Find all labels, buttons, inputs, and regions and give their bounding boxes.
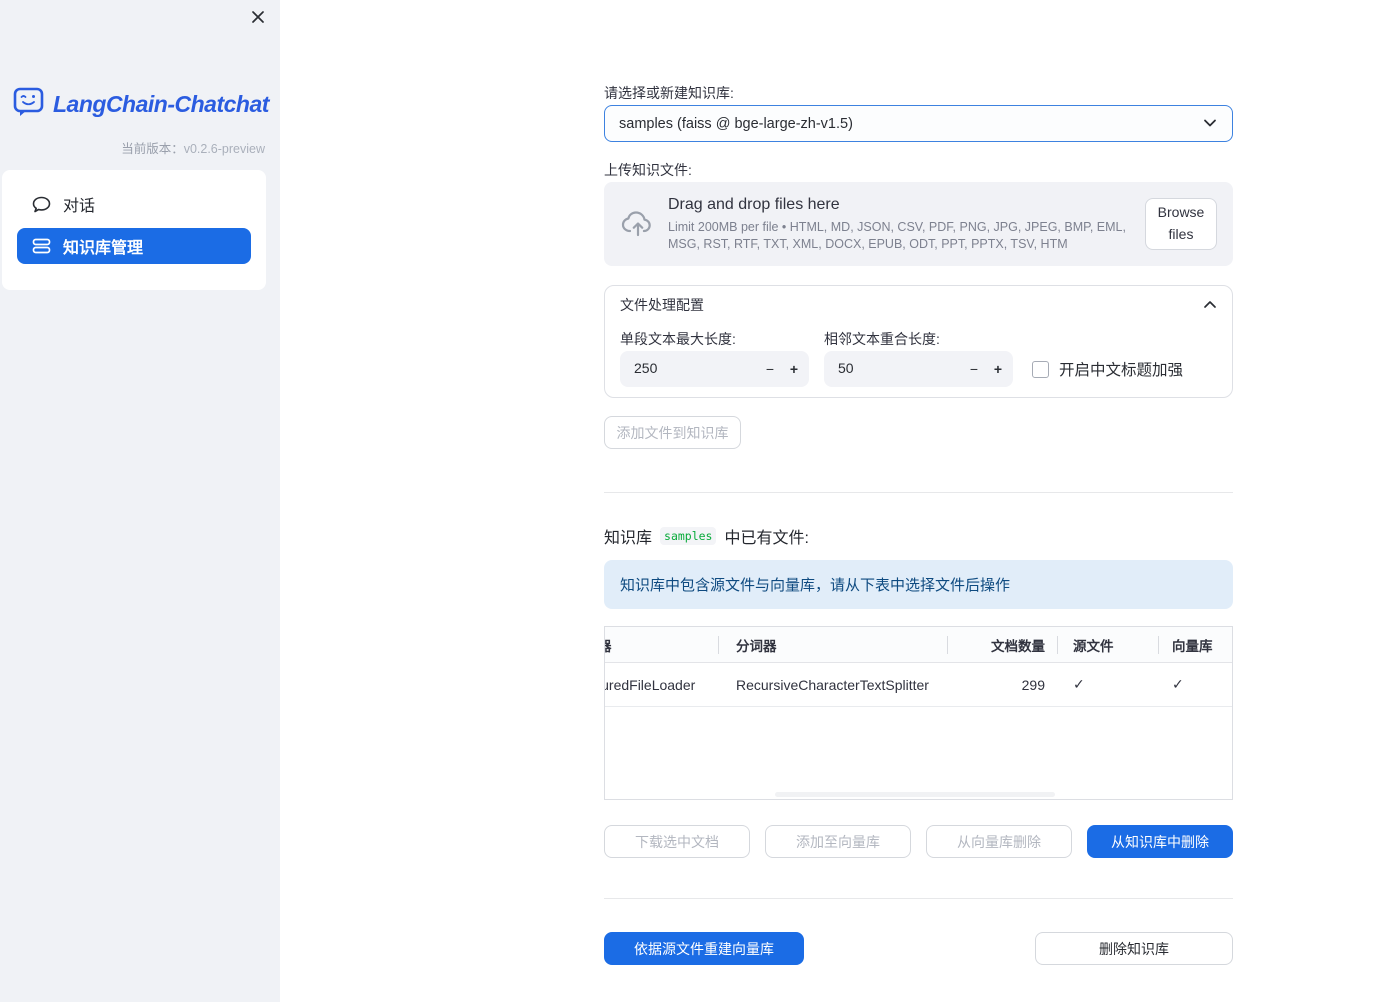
expander-header[interactable]: 文件处理配置 [605, 286, 1232, 324]
delete-kb-button[interactable]: 删除知识库 [1035, 932, 1233, 965]
checkbox-label: 开启中文标题加强 [1059, 362, 1184, 379]
database-list-icon [32, 238, 51, 254]
cloud-upload-icon [620, 207, 660, 241]
sidebar-item-label: 对话 [63, 198, 96, 215]
app-title: LangChain-Chatchat [53, 90, 269, 117]
table-action-buttons: 下载选中文档 添加至向量库 从向量库删除 从知识库中删除 [604, 825, 1233, 858]
app-logo: LangChain-Chatchat [12, 86, 269, 122]
divider [604, 492, 1233, 493]
zh-title-enhance-checkbox[interactable]: 开启中文标题加强 [1032, 358, 1183, 380]
table-horizontal-scrollbar[interactable] [775, 792, 1055, 797]
rebuild-vector-store-button[interactable]: 依据源文件重建向量库 [604, 932, 804, 965]
expander-title: 文件处理配置 [620, 297, 704, 313]
kb-select[interactable]: samples (faiss @ bge-large-zh-v1.5) [604, 105, 1233, 142]
sidebar-menu: 对话 知识库管理 [2, 170, 266, 290]
column-header-source-file[interactable]: 源文件 [1057, 627, 1158, 662]
browse-files-button[interactable]: Browse files [1145, 198, 1217, 250]
uploader-limit-text: Limit 200MB per file • HTML, MD, JSON, C… [668, 219, 1126, 251]
file-config-expander: 文件处理配置 单段文本最大长度: 相邻文本重合长度: 250 − + 50 − … [604, 285, 1233, 398]
kb-files-prefix: 知识库 [604, 530, 653, 547]
chevron-up-icon [1203, 296, 1217, 314]
max-length-input[interactable]: 250 − + [620, 351, 809, 387]
overlap-length-label: 相邻文本重合长度: [824, 331, 940, 347]
sidebar-item-knowledge-base[interactable]: 知识库管理 [17, 228, 251, 264]
table-header-row: 文档加载器 分词器 文档数量 源文件 向量库 [605, 627, 1232, 663]
cell-doc-count: 299 [1021, 676, 1045, 693]
uploader-label: 上传知识文件: [604, 162, 692, 178]
kb-select-value: samples (faiss @ bge-large-zh-v1.5) [619, 115, 853, 132]
kb-files-suffix: 中已有文件: [724, 530, 809, 547]
column-header-doc-count[interactable]: 文档数量 [947, 627, 1057, 662]
kb-files-table: 文档加载器 分词器 文档数量 源文件 向量库 UnstructuredFileL… [604, 626, 1233, 800]
delete-from-vector-store-button[interactable]: 从向量库删除 [926, 825, 1072, 858]
add-files-to-kb-button[interactable]: 添加文件到知识库 [604, 416, 741, 449]
uploader-instructions: Drag and drop files here Limit 200MB per… [660, 196, 1145, 253]
decrement-button[interactable]: − [759, 351, 781, 387]
max-length-label: 单段文本最大长度: [620, 331, 736, 347]
cell-splitter: RecursiveCharacterTextSplitter [736, 676, 929, 693]
kb-select-label: 请选择或新建知识库: [604, 85, 734, 101]
info-alert: 知识库中包含源文件与向量库，请从下表中选择文件后操作 [604, 560, 1233, 609]
table-row[interactable]: UnstructuredFileLoader RecursiveCharacte… [605, 663, 1232, 707]
decrement-button[interactable]: − [963, 351, 985, 387]
cell-loader: UnstructuredFileLoader [605, 676, 696, 693]
column-header-loader[interactable]: 文档加载器 [605, 627, 718, 662]
checkbox-box[interactable] [1032, 360, 1049, 378]
chat-bubble-icon [32, 196, 51, 213]
download-selected-button[interactable]: 下载选中文档 [604, 825, 750, 858]
version-value: v0.2.6-preview [183, 142, 265, 156]
kb-name-code: samples [660, 527, 717, 545]
add-to-vector-store-button[interactable]: 添加至向量库 [765, 825, 911, 858]
cell-vector-store-check: ✓ [1172, 676, 1184, 692]
column-header-splitter[interactable]: 分词器 [718, 627, 947, 662]
uploader-title: Drag and drop files here [668, 195, 840, 213]
increment-button[interactable]: + [987, 351, 1009, 387]
sidebar-close-icon[interactable] [249, 8, 267, 26]
kb-files-heading: 知识库 samples 中已有文件: [604, 524, 1233, 548]
delete-from-kb-button[interactable]: 从知识库中删除 [1087, 825, 1233, 858]
file-uploader-dropzone[interactable]: Drag and drop files here Limit 200MB per… [604, 182, 1233, 266]
version-info: 当前版本：v0.2.6-preview [121, 138, 265, 157]
kb-management-buttons: 依据源文件重建向量库 删除知识库 [604, 932, 1233, 965]
chat-smiley-logo-icon [12, 86, 45, 122]
overlap-length-value: 50 [838, 360, 854, 376]
main-panel: 请选择或新建知识库: samples (faiss @ bge-large-zh… [280, 0, 1380, 1002]
column-header-vector-store[interactable]: 向量库 [1158, 627, 1232, 662]
sidebar: LangChain-Chatchat 当前版本：v0.2.6-preview 对… [0, 0, 280, 1002]
sidebar-item-dialogue[interactable]: 对话 [17, 186, 251, 222]
chevron-down-icon [1202, 115, 1218, 133]
increment-button[interactable]: + [783, 351, 805, 387]
divider [604, 898, 1233, 899]
sidebar-item-label: 知识库管理 [63, 240, 144, 257]
version-label: 当前版本： [121, 142, 184, 156]
overlap-length-input[interactable]: 50 − + [824, 351, 1013, 387]
max-length-value: 250 [634, 360, 658, 376]
cell-source-file-check: ✓ [1073, 676, 1085, 692]
